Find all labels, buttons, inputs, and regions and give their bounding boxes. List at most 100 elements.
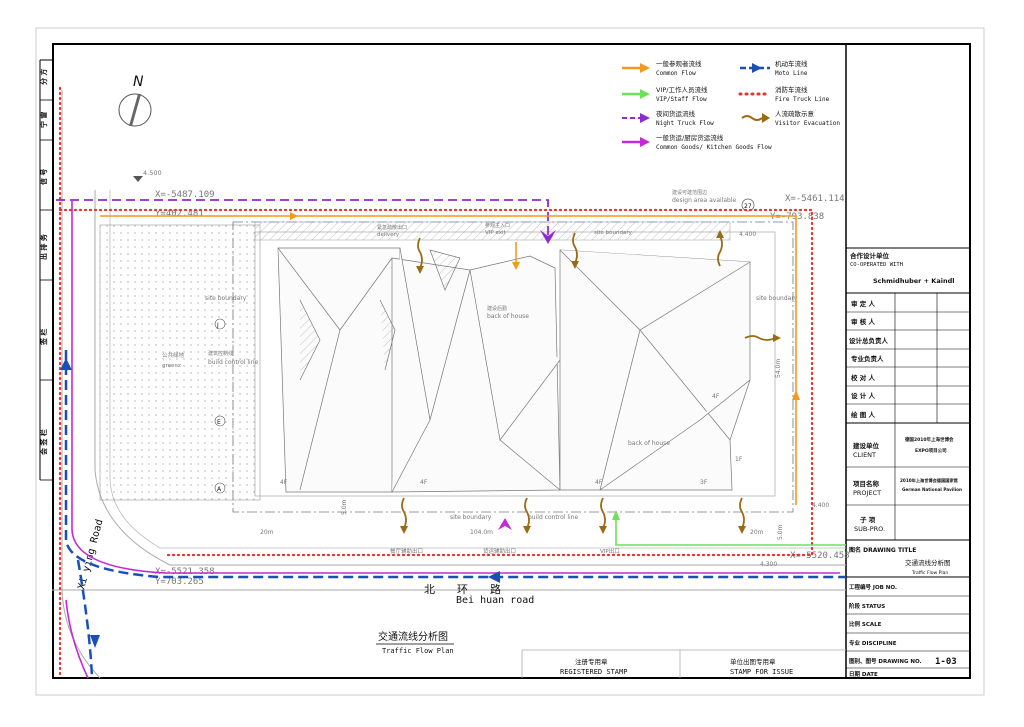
coord-tr-x: X=-5461.114 <box>785 194 845 204</box>
role-4: 校 对 人 <box>851 373 876 382</box>
drawing-canvas: 分 方 宁 雷 信 号 出 排 务 签 栏 会 签 栏 N 4.500 X=-5… <box>35 27 985 696</box>
emergency-exit: 紧急疏散出口 <box>377 224 407 231</box>
level-right: 4.400 <box>812 502 829 509</box>
site-boundary-bottom: site boundary <box>450 514 492 521</box>
pavilion-building <box>277 247 751 493</box>
floor-4f-far: 4F <box>712 393 720 400</box>
role-1: 审 核 人 <box>851 317 876 326</box>
legend-en-5: Visitor Evacuation <box>775 120 840 127</box>
legend-zh-3: 消防车流线 <box>775 85 808 94</box>
role-3: 专业负责人 <box>851 354 884 363</box>
coord-bl-y: Y=703.265 <box>155 577 204 587</box>
cooperated-zh: 合作设计单位 <box>849 251 890 260</box>
bottom-entrance-2: 货运辅助出口 <box>483 547 516 555</box>
green-label: greenz <box>162 363 181 369</box>
title-block: 合作设计单位 CO-OPERATED WITH Schmidhuber + Ka… <box>846 247 970 678</box>
drawing-no-label: 图别、图号 DRAWING NO. <box>849 657 922 665</box>
build-control: build control line <box>208 359 259 366</box>
discipline: 专业 DISCIPLINE <box>849 639 897 647</box>
floor-4f-left: 4F <box>280 479 288 486</box>
level-tr: 4.400 <box>739 231 756 238</box>
firm-name: Schmidhuber + Kaindl <box>873 277 954 285</box>
floor-1f: 1F <box>735 456 743 463</box>
legend-en-6: Common Goods/ Kitchen Goods Flow <box>656 144 772 151</box>
drawing-no: 1-03 <box>935 657 957 667</box>
floor-4f-mid: 4F <box>420 479 428 486</box>
floor-4f-right: 4F <box>595 479 603 486</box>
road-bottom-en: Bei huan road <box>456 595 534 606</box>
level-br: 4.300 <box>760 561 777 568</box>
project-en: PROJECT <box>853 489 881 497</box>
north-arrow: N <box>118 74 152 127</box>
date: 日期 DATE <box>849 670 878 678</box>
build-control-zh: 建筑控制线 <box>208 350 233 357</box>
design-area: design area available <box>672 197 736 204</box>
role-2: 设计总负责人 <box>849 336 889 345</box>
left-strip: 分 方 宁 雷 信 号 出 排 务 签 栏 会 签 栏 <box>39 69 53 481</box>
legend-item-evacuation: 人流疏散示意 Visitor Evacuation <box>741 109 840 127</box>
legend-item-moto: 机动车流线 Moto Line <box>740 59 808 77</box>
drawing-sheet: 分 方 宁 雷 信 号 出 排 务 签 栏 会 签 栏 N 4.500 X=-5… <box>0 0 1024 723</box>
registered-stamp-zh: 注册专用章 <box>575 657 608 666</box>
dim-20-left: 20m <box>260 529 274 536</box>
legend-item-fire-truck: 消防车流线 Fire Truck Line <box>738 85 830 103</box>
legend-item-vip-staff: VIP/工作人员流线 VIP/Staff Flow <box>622 85 708 103</box>
dim-20-right: 20m <box>750 529 764 536</box>
strip-label-2: 宁 雷 <box>39 112 48 128</box>
coord-bl-x: X=-5521.358 <box>155 567 215 577</box>
grid-j: J <box>216 322 219 329</box>
strip-label-3: 信 号 <box>39 169 48 185</box>
bottom-entrance-1: 餐厅辅助出口 <box>390 547 423 555</box>
grid-e: E <box>217 419 221 426</box>
public-green: 公共绿地 <box>162 351 185 359</box>
dim-5-left: 5.0m <box>341 499 348 515</box>
drawing-title-zh: 交通流线分析图 <box>905 558 951 567</box>
legend-item-common-flow: 一般参观者流线 Common Flow <box>622 59 702 77</box>
north-label: N <box>133 74 144 90</box>
coord-tl-x: X=-5487.109 <box>155 190 215 200</box>
issue-stamp-zh: 单位出图专用章 <box>730 657 776 666</box>
legend-zh-1: 机动车流线 <box>775 59 808 68</box>
dim-54: 54.0m <box>775 359 782 378</box>
client-zh: 建设单位 <box>852 441 880 450</box>
legend-en-3: Fire Truck Line <box>775 96 830 103</box>
drawing-title-label: 图名 DRAWING TITLE <box>849 546 916 554</box>
legend-zh-0: 一般参观者流线 <box>656 59 702 68</box>
coord-tr-y: Y=-793.838 <box>770 212 824 222</box>
sub-zh: 子 项 <box>860 515 876 524</box>
back-of-house-2: back of house <box>628 440 670 447</box>
legend-en-2: VIP/Staff Flow <box>656 96 707 103</box>
back-of-house-1: back of house <box>487 313 529 320</box>
dim-5-right: 5.0m <box>777 524 784 540</box>
strip-label-5: 签 栏 <box>39 329 48 346</box>
role-5: 设 计 人 <box>851 391 876 400</box>
legend: 一般参观者流线 Common Flow 机动车流线 Moto Line VIP/… <box>622 59 840 151</box>
cooperated-en: CO-OPERATED WITH <box>850 262 903 268</box>
scale: 比例 SCALE <box>849 620 882 628</box>
client-value-1: 德国2010年上海世博会 <box>905 436 954 443</box>
role-0: 审 定 人 <box>851 299 876 308</box>
strip-label-4: 出 排 务 <box>39 233 48 260</box>
legend-zh-4: 夜间货运流线 <box>656 109 696 118</box>
plan-title-zh: 交通流线分析图 <box>378 630 448 643</box>
build-control-bottom: build control line <box>528 514 579 521</box>
floor-3f: 3F <box>700 479 708 486</box>
role-6: 绘 图 人 <box>851 410 876 419</box>
legend-item-goods: 一般货运/厨房货运流线 Common Goods/ Kitchen Goods … <box>622 133 772 151</box>
vip-entrance-en: VIP exit <box>485 230 507 236</box>
client-value-2: EXPO项目公司 <box>915 447 947 454</box>
legend-zh-5: 人流疏散示意 <box>775 109 815 118</box>
issue-stamp-en: STAMP FOR ISSUE <box>730 668 793 676</box>
bottom-entrance-3: VIP出口 <box>600 547 620 555</box>
legend-en-0: Common Flow <box>656 70 696 77</box>
job-no: 工程编号 JOB NO. <box>849 583 897 591</box>
project-zh: 项目名称 <box>853 479 880 488</box>
plan-title-en: Traffic Flow Plan <box>382 647 454 655</box>
site-boundary-left: site boundary <box>205 295 247 302</box>
vip-entrance-zh: 参观主入口 <box>485 222 510 229</box>
site-boundary-right: site boundary <box>756 295 798 302</box>
site-boundary-top: site boundary <box>594 230 633 236</box>
client-en: CLIENT <box>853 451 876 459</box>
status: 阶段 STATUS <box>849 602 885 610</box>
legend-zh-2: VIP/工作人员流线 <box>656 85 708 94</box>
